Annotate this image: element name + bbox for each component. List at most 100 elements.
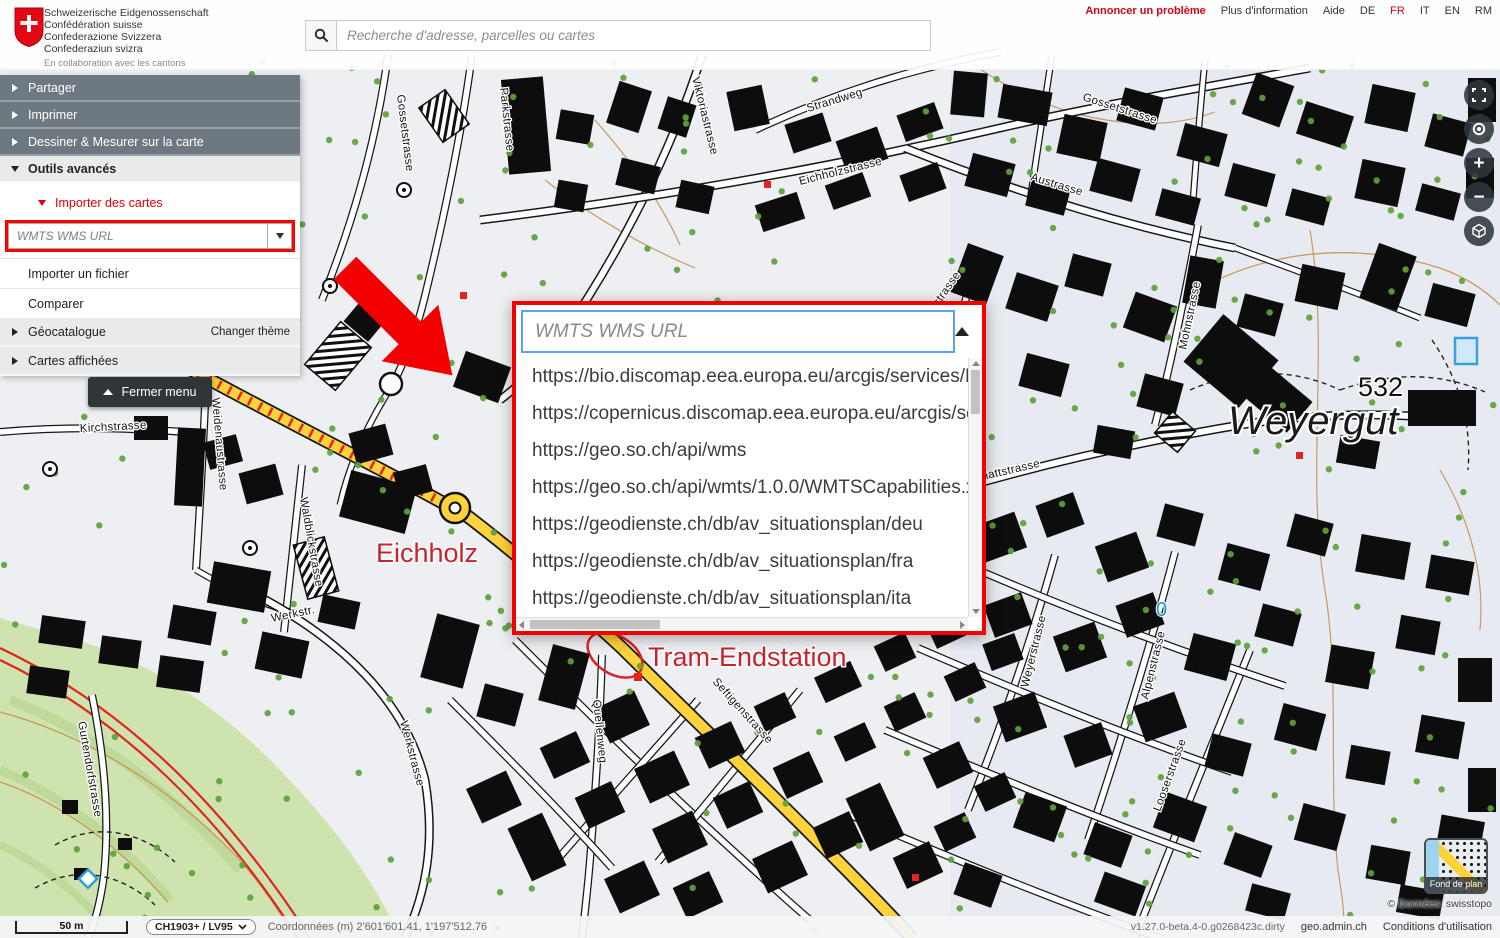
scrollbar-thumb[interactable] [530, 620, 660, 629]
scroll-left-icon[interactable] [519, 621, 524, 629]
chevron-down-icon [238, 924, 247, 930]
org-line: Confédération suisse [44, 19, 209, 31]
chevron-right-icon [12, 111, 18, 119]
geocatalog-item[interactable]: Géocatalogue [0, 325, 106, 339]
import-file-item[interactable]: Importer un fichier [0, 258, 300, 288]
geolocation-button[interactable] [1464, 114, 1494, 144]
import-maps-item[interactable]: Importer des cartes [0, 190, 300, 216]
lang-rm[interactable]: RM [1475, 5, 1492, 17]
basemap-selector[interactable]: Fond de plan [1424, 838, 1488, 894]
displayed-maps-item[interactable]: Cartes affichées [0, 347, 300, 376]
lang-de[interactable]: DE [1360, 5, 1375, 17]
import-maps-label: Importer des cartes [55, 196, 163, 210]
scroll-up-icon[interactable] [972, 361, 980, 366]
chevron-right-icon [12, 138, 18, 146]
swiss-confederation-logo [14, 7, 44, 47]
url-option[interactable]: https://geo.so.ch/api/wmts/1.0.0/WMTSCap… [516, 469, 968, 506]
zoom-in-button[interactable]: + [1464, 148, 1494, 178]
annotation-arrow [325, 250, 465, 390]
roundabout [440, 493, 470, 523]
statusbar-right: v1.27.0-beta.4-0.g0268423c.dirty geo.adm… [1131, 921, 1500, 933]
coordinates-readout: Coordonnées (m) 2'601'601.41, 1'197'512.… [268, 921, 487, 933]
chevron-right-icon [12, 84, 18, 92]
basemap-label: Fond de plan [1426, 877, 1486, 892]
url-options-list: https://bio.discomap.eea.europa.eu/arcgi… [516, 358, 968, 617]
displayed-maps-label: Cartes affichées [28, 354, 118, 368]
sidebar-item-imprimer[interactable]: Imprimer [0, 102, 300, 129]
chevron-right-icon [12, 328, 18, 336]
url-option[interactable]: https://geodienste.ch/db/av_situationspl… [516, 543, 968, 580]
sidebar-item-dessiner[interactable]: Dessiner & Mesurer sur la carte [0, 129, 300, 156]
scale-bar: 50 m [15, 921, 128, 934]
chevron-down-icon [38, 200, 46, 206]
attribution-text[interactable]: © Données: swisstopo [1387, 898, 1492, 910]
close-menu-button[interactable]: Fermer menu [88, 377, 212, 407]
lang-en[interactable]: EN [1445, 5, 1460, 17]
fullscreen-icon [1472, 88, 1486, 102]
chevron-down-icon [11, 166, 19, 172]
pool-symbol [1455, 338, 1477, 364]
sidebar-item-outils-avances[interactable]: Outils avancés [0, 156, 300, 183]
three-d-button[interactable] [1464, 216, 1494, 246]
chevron-right-icon [12, 357, 18, 365]
header-links: Annoncer un problème Plus d'information … [1085, 5, 1492, 17]
wmts-wms-url-select[interactable]: WMTS WMS URL [8, 223, 292, 249]
fullscreen-button[interactable] [1464, 80, 1494, 110]
org-line: Confederazione Svizzera [44, 31, 209, 43]
status-bar: 50 m CH1903+ / LV95 Coordonnées (m) 2'60… [0, 916, 1500, 938]
change-theme-link[interactable]: Changer thème [211, 326, 290, 338]
lang-fr[interactable]: FR [1390, 5, 1405, 17]
sidebar-item-label: Partager [28, 81, 76, 95]
sidebar-item-label: Outils avancés [28, 162, 116, 176]
url-option[interactable]: https://geo.so.ch/api/wms [516, 432, 968, 469]
sidebar-item-partager[interactable]: Partager [0, 75, 300, 102]
wmts-url-input[interactable] [521, 310, 955, 353]
sidebar-item-label: Imprimer [28, 108, 77, 122]
url-option[interactable]: https://geodienste.ch/db/av_situationspl… [516, 580, 968, 617]
url-option[interactable]: https://geodienste.ch/db/av_situationspl… [516, 506, 968, 543]
lang-it[interactable]: IT [1420, 5, 1430, 17]
chevron-up-icon [103, 389, 113, 395]
compare-item[interactable]: Comparer [0, 288, 300, 318]
cube-3d-icon [1471, 223, 1487, 239]
wmts-highlight-box: WMTS WMS URL [5, 220, 295, 252]
geolocation-icon [1471, 121, 1487, 137]
close-menu-label: Fermer menu [121, 385, 196, 399]
url-option[interactable]: https://copernicus.discomap.eea.europa.e… [516, 395, 968, 432]
projection-value: CH1903+ / LV95 [155, 921, 233, 933]
vertical-scrollbar[interactable] [968, 358, 982, 617]
help-link[interactable]: Aide [1323, 5, 1345, 17]
more-info-link[interactable]: Plus d'information [1221, 5, 1308, 17]
wmts-select-value: WMTS WMS URL [9, 229, 267, 243]
search-icon[interactable] [305, 20, 336, 51]
org-tagline: En collaboration avec les cantons [44, 58, 209, 70]
report-problem-link[interactable]: Annoncer un problème [1085, 5, 1205, 17]
chevron-down-icon [276, 233, 284, 239]
version-text: v1.27.0-beta.4-0.g0268423c.dirty [1131, 921, 1285, 933]
geocatalog-row: Géocatalogue Changer thème [0, 318, 300, 347]
wmts-url-dropdown: https://bio.discomap.eea.europa.eu/arcgi… [512, 301, 986, 635]
org-line: Confederaziun svizra [44, 43, 209, 55]
menu-panel: Partager Imprimer Dessiner & Mesurer sur… [0, 75, 300, 376]
url-option[interactable]: https://bio.discomap.eea.europa.eu/arcgi… [516, 358, 968, 395]
projection-select[interactable]: CH1903+ / LV95 [146, 919, 256, 935]
geocatalog-label: Géocatalogue [28, 325, 106, 339]
geoadmin-link[interactable]: geo.admin.ch [1301, 921, 1367, 933]
terms-link[interactable]: Conditions d'utilisation [1383, 921, 1492, 933]
search-input[interactable] [336, 20, 931, 51]
horizontal-scrollbar[interactable] [516, 617, 968, 631]
geoadmin-app: Gossetstrasse Parkstrasse Viktoriastrass… [0, 0, 1500, 938]
place-label-eichholz: Eichholz [376, 538, 478, 568]
scroll-down-icon[interactable] [972, 609, 980, 614]
scrollbar-thumb[interactable] [971, 370, 980, 414]
collapse-arrow-icon[interactable] [955, 327, 969, 336]
scroll-right-icon[interactable] [960, 621, 965, 629]
org-line: Schweizerische Eidgenossenschaft [44, 7, 209, 19]
blue-number-label: 0 [1156, 599, 1167, 621]
place-label-tram-endstation: Tram-Endstation [648, 642, 847, 672]
select-arrow-button[interactable] [267, 224, 291, 248]
org-title-block: Schweizerische Eidgenossenschaft Confédé… [44, 7, 209, 70]
elevation-label: 532 [1358, 372, 1403, 402]
search-bar [305, 20, 931, 51]
zoom-out-button[interactable]: − [1464, 182, 1494, 212]
